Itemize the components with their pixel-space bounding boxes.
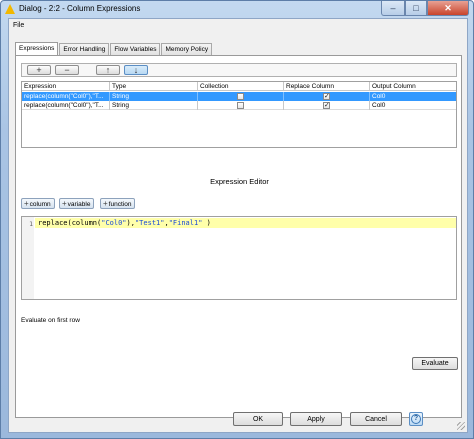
table-row[interactable]: replace(column("Col0"),"T... String ✓ Co… bbox=[22, 101, 456, 110]
move-down-button[interactable]: ↓ bbox=[124, 65, 148, 75]
code-column-string: "Col0" bbox=[101, 219, 127, 227]
code-fn-column: column( bbox=[71, 219, 102, 227]
output-column-cell[interactable]: Col0 bbox=[370, 92, 456, 101]
menu-file[interactable]: File bbox=[13, 22, 24, 29]
type-cell[interactable]: String bbox=[110, 92, 198, 101]
expression-code[interactable]: replace(column("Col0"),"Test1","Final1" … bbox=[38, 219, 211, 227]
output-column-cell[interactable]: Col0 bbox=[370, 101, 456, 110]
line-gutter: 1 bbox=[22, 217, 34, 299]
insert-variable-label: variable bbox=[67, 201, 91, 208]
close-button[interactable]: ✕ bbox=[427, 1, 469, 16]
header-collection[interactable]: Collection bbox=[198, 82, 284, 91]
remove-expression-button[interactable]: − bbox=[55, 65, 79, 75]
collection-checkbox[interactable] bbox=[237, 102, 244, 109]
expression-cell[interactable]: replace(column("Col0"),"T... bbox=[22, 101, 110, 110]
expression-editor[interactable]: 1 replace(column("Col0"),"Test1","Final1… bbox=[21, 216, 457, 300]
dialog-body: File Expressions Error Handling Flow Var… bbox=[8, 18, 468, 433]
insert-function-label: function bbox=[108, 201, 132, 208]
maximize-button[interactable]: □ bbox=[405, 1, 427, 16]
header-replace-column[interactable]: Replace Column bbox=[284, 82, 370, 91]
type-cell[interactable]: String bbox=[110, 101, 198, 110]
minimize-button[interactable]: – bbox=[381, 1, 405, 16]
resize-grip-icon[interactable] bbox=[457, 422, 465, 430]
tab-expressions[interactable]: Expressions bbox=[15, 42, 59, 56]
expression-editor-title: Expression Editor bbox=[210, 177, 269, 186]
dialog-window: Dialog - 2:2 - Column Expressions – □ ✕ … bbox=[0, 0, 474, 439]
expressions-table: Expression Type Collection Replace Colum… bbox=[21, 81, 457, 148]
plus-icon: + bbox=[62, 199, 67, 208]
insert-variable-button[interactable]: +variable bbox=[59, 198, 95, 209]
apply-button[interactable]: Apply bbox=[290, 412, 342, 426]
plus-icon: + bbox=[24, 199, 29, 208]
collection-cell[interactable] bbox=[198, 101, 284, 110]
help-icon: ? bbox=[411, 414, 421, 424]
table-header: Expression Type Collection Replace Colum… bbox=[22, 82, 456, 91]
help-button[interactable]: ? bbox=[409, 412, 423, 426]
code-separator: ), bbox=[126, 219, 135, 227]
plus-icon: + bbox=[103, 199, 108, 208]
menu-bar: File bbox=[9, 19, 467, 33]
warning-triangle-icon bbox=[5, 4, 15, 14]
header-expression[interactable]: Expression bbox=[22, 82, 110, 91]
code-find-string: "Test1" bbox=[134, 219, 165, 227]
window-title: Dialog - 2:2 - Column Expressions bbox=[19, 4, 141, 13]
tab-strip: Expressions Error Handling Flow Variable… bbox=[15, 42, 213, 56]
title-bar[interactable]: Dialog - 2:2 - Column Expressions – □ ✕ bbox=[1, 1, 473, 18]
evaluate-button[interactable]: Evaluate bbox=[412, 357, 458, 370]
add-expression-button[interactable]: + bbox=[27, 65, 51, 75]
insert-column-button[interactable]: +column bbox=[21, 198, 55, 209]
move-up-button[interactable]: ↑ bbox=[96, 65, 120, 75]
code-fn-replace: replace( bbox=[38, 219, 72, 227]
replace-column-cell[interactable]: ✓ bbox=[284, 92, 370, 101]
code-replace-string: "Final1" bbox=[168, 219, 203, 227]
expression-toolbar: + − ↑ ↓ bbox=[21, 63, 457, 77]
cancel-button[interactable]: Cancel bbox=[350, 412, 402, 426]
line-number: 1 bbox=[29, 220, 33, 228]
replace-column-cell[interactable]: ✓ bbox=[284, 101, 370, 110]
table-row[interactable]: replace(column("Col0"),"T... String ✓ Co… bbox=[22, 92, 456, 101]
replace-column-checkbox[interactable]: ✓ bbox=[323, 93, 330, 100]
header-output-column[interactable]: Output Column bbox=[370, 82, 456, 91]
code-close-paren: ) bbox=[202, 219, 211, 227]
replace-column-checkbox[interactable]: ✓ bbox=[323, 102, 330, 109]
evaluate-label: Evaluate on first row bbox=[21, 317, 80, 324]
insert-function-button[interactable]: +function bbox=[100, 198, 136, 209]
expressions-panel: + − ↑ ↓ Expression Type Collection Repla… bbox=[15, 55, 462, 418]
insert-column-label: column bbox=[29, 201, 51, 208]
collection-checkbox[interactable] bbox=[237, 93, 244, 100]
expression-cell[interactable]: replace(column("Col0"),"T... bbox=[22, 92, 110, 101]
header-type[interactable]: Type bbox=[110, 82, 198, 91]
ok-button[interactable]: OK bbox=[233, 412, 283, 426]
collection-cell[interactable] bbox=[198, 92, 284, 101]
